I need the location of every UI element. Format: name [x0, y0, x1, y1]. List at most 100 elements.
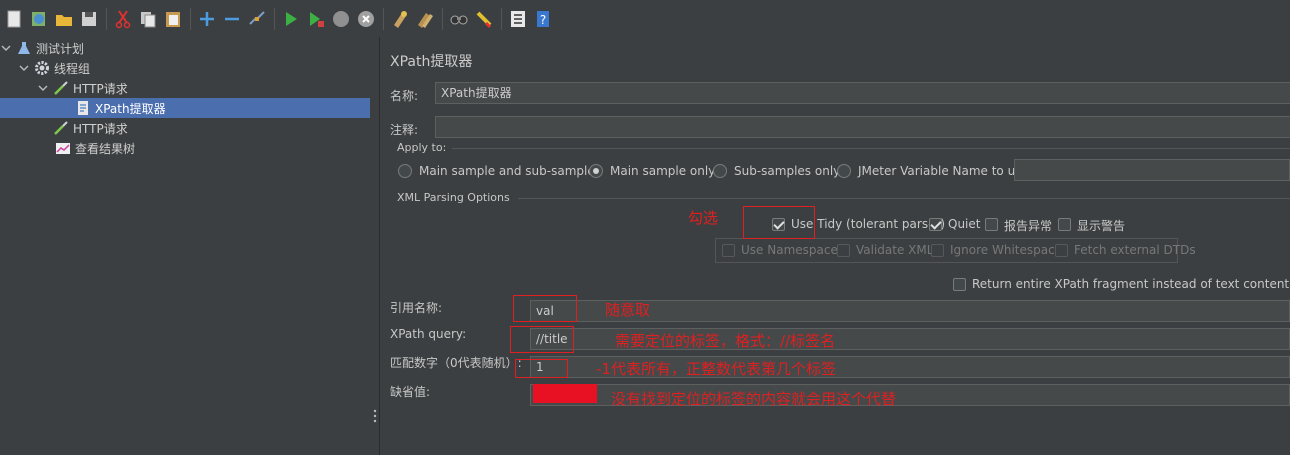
- radio-sub-only-label: Sub-samples only: [734, 164, 841, 178]
- use-namespaces-checkbox[interactable]: [722, 244, 735, 257]
- apply-to-label: Apply to:: [397, 141, 447, 154]
- default-value-label: 缺省值:: [390, 385, 431, 399]
- test-plan-icon: [16, 40, 32, 56]
- annotation-match: -1代表所有，正整数代表第几个标签: [596, 360, 836, 378]
- new-icon[interactable]: [2, 6, 26, 32]
- toolbar-separator: [190, 7, 191, 30]
- annotation-box-xpath: [510, 326, 574, 353]
- start-no-pause-icon[interactable]: [304, 6, 328, 32]
- help-icon[interactable]: ?: [531, 6, 555, 32]
- radio-main-and-sub-label: Main sample and sub-samples: [419, 164, 601, 178]
- tree-item-xpath-extractor[interactable]: XPath提取器: [0, 98, 370, 118]
- chevron-down-icon[interactable]: [0, 42, 12, 54]
- toolbar-separator: [274, 7, 275, 30]
- annotation-default-highlight: [533, 384, 597, 403]
- annotation-box-use-tidy: [743, 206, 815, 239]
- tree-item-http-request[interactable]: HTTP请求: [0, 78, 370, 98]
- radio-main-only-label: Main sample only: [610, 164, 716, 178]
- splitter[interactable]: [370, 37, 380, 455]
- comment-field[interactable]: [435, 116, 1290, 138]
- return-fragment-label: Return entire XPath fragment instead of …: [972, 277, 1290, 291]
- tree-item-label: HTTP请求: [73, 121, 128, 136]
- clear-icon[interactable]: [388, 6, 412, 32]
- toolbar: ?: [0, 0, 1290, 37]
- annotation-ref-name: 随意取: [605, 301, 651, 319]
- toolbar-separator: [106, 7, 107, 30]
- clear-all-icon[interactable]: [413, 6, 437, 32]
- radio-main-and-sub[interactable]: [398, 164, 412, 178]
- collapse-icon[interactable]: [220, 6, 244, 32]
- radio-jmeter-var[interactable]: [837, 164, 851, 178]
- stop-icon[interactable]: [329, 6, 353, 32]
- tree-item-test-plan[interactable]: 测试计划: [0, 38, 370, 58]
- comment-label: 注释:: [390, 123, 419, 137]
- splitter-grip-icon[interactable]: [373, 408, 377, 424]
- tree-item-label: 线程组: [54, 61, 91, 76]
- group-divider: [452, 148, 1290, 149]
- return-fragment-checkbox[interactable]: [953, 278, 966, 291]
- report-errors-label: 报告异常: [1004, 219, 1053, 233]
- annotation-check: 勾选: [688, 209, 719, 227]
- quiet-checkbox[interactable]: [929, 218, 942, 231]
- radio-jmeter-var-label: JMeter Variable Name to use: [858, 164, 1029, 178]
- toolbar-separator: [383, 7, 384, 30]
- save-icon[interactable]: [77, 6, 101, 32]
- xpath-query-label: XPath query:: [390, 327, 467, 341]
- search-icon[interactable]: [447, 6, 471, 32]
- xml-options-label: XML Parsing Options: [397, 191, 510, 204]
- name-field[interactable]: XPath提取器: [435, 82, 1290, 104]
- group-divider: [518, 198, 1290, 199]
- show-warnings-checkbox[interactable]: [1058, 218, 1071, 231]
- copy-icon[interactable]: [136, 6, 160, 32]
- chevron-down-icon[interactable]: [37, 82, 49, 94]
- validate-xml-checkbox[interactable]: [837, 244, 850, 257]
- tree-item-view-results-tree[interactable]: 查看结果树: [0, 138, 370, 158]
- use-namespaces-label: Use Namespaces: [741, 243, 845, 257]
- name-label: 名称:: [390, 89, 419, 103]
- page-title: XPath提取器: [390, 54, 473, 70]
- tree-item-http-request-2[interactable]: HTTP请求: [0, 118, 370, 138]
- ignore-whitespace-label: Ignore Whitespace: [950, 243, 1063, 257]
- annotation-default: 没有找到定位的标签的内容就会用这个代替: [611, 390, 897, 408]
- tree-item-label: 测试计划: [36, 41, 85, 56]
- expand-icon[interactable]: [195, 6, 219, 32]
- reset-search-icon[interactable]: [472, 6, 496, 32]
- show-warnings-label: 显示警告: [1077, 219, 1126, 233]
- toggle-icon[interactable]: [245, 6, 269, 32]
- pipette-icon: [53, 120, 69, 136]
- validate-xml-label: Validate XML: [856, 243, 934, 257]
- match-no-label: 匹配数字（0代表随机）:: [390, 356, 522, 370]
- tree-item-thread-group[interactable]: 线程组: [0, 58, 370, 78]
- cut-icon[interactable]: [111, 6, 135, 32]
- radio-sub-only[interactable]: [713, 164, 727, 178]
- test-plan-tree: 测试计划 线程组 HTTP请求 XPath提取器 HTTP请求 查看结果树: [0, 37, 370, 455]
- annotation-xpath: 需要定位的标签，格式：//标签名: [615, 332, 836, 350]
- chart-icon: [55, 140, 71, 156]
- radio-main-only[interactable]: [589, 164, 603, 178]
- start-icon[interactable]: [279, 6, 303, 32]
- quiet-label: Quiet: [948, 217, 981, 231]
- toolbar-separator: [501, 7, 502, 30]
- svg-text:?: ?: [540, 13, 546, 27]
- jmeter-var-name-field[interactable]: [1014, 159, 1290, 181]
- report-errors-checkbox[interactable]: [985, 218, 998, 231]
- templates-icon[interactable]: [27, 6, 51, 32]
- shutdown-icon[interactable]: [354, 6, 378, 32]
- fetch-dtds-checkbox[interactable]: [1055, 244, 1068, 257]
- ignore-whitespace-checkbox[interactable]: [931, 244, 944, 257]
- fetch-dtds-label: Fetch external DTDs: [1074, 243, 1196, 257]
- paste-icon[interactable]: [161, 6, 185, 32]
- pipette-icon: [53, 80, 69, 96]
- annotation-box-match: [515, 359, 568, 378]
- tree-item-label: 查看结果树: [75, 141, 136, 156]
- function-helper-icon[interactable]: [506, 6, 530, 32]
- ref-name-label: 引用名称:: [390, 301, 443, 315]
- document-icon: [75, 100, 91, 116]
- chevron-down-icon[interactable]: [18, 62, 30, 74]
- gear-icon: [34, 60, 50, 76]
- open-icon[interactable]: [52, 6, 76, 32]
- tree-item-label: XPath提取器: [95, 101, 166, 116]
- tree-item-label: HTTP请求: [73, 81, 128, 96]
- toolbar-separator: [442, 7, 443, 30]
- annotation-box-ref-name: [513, 295, 577, 322]
